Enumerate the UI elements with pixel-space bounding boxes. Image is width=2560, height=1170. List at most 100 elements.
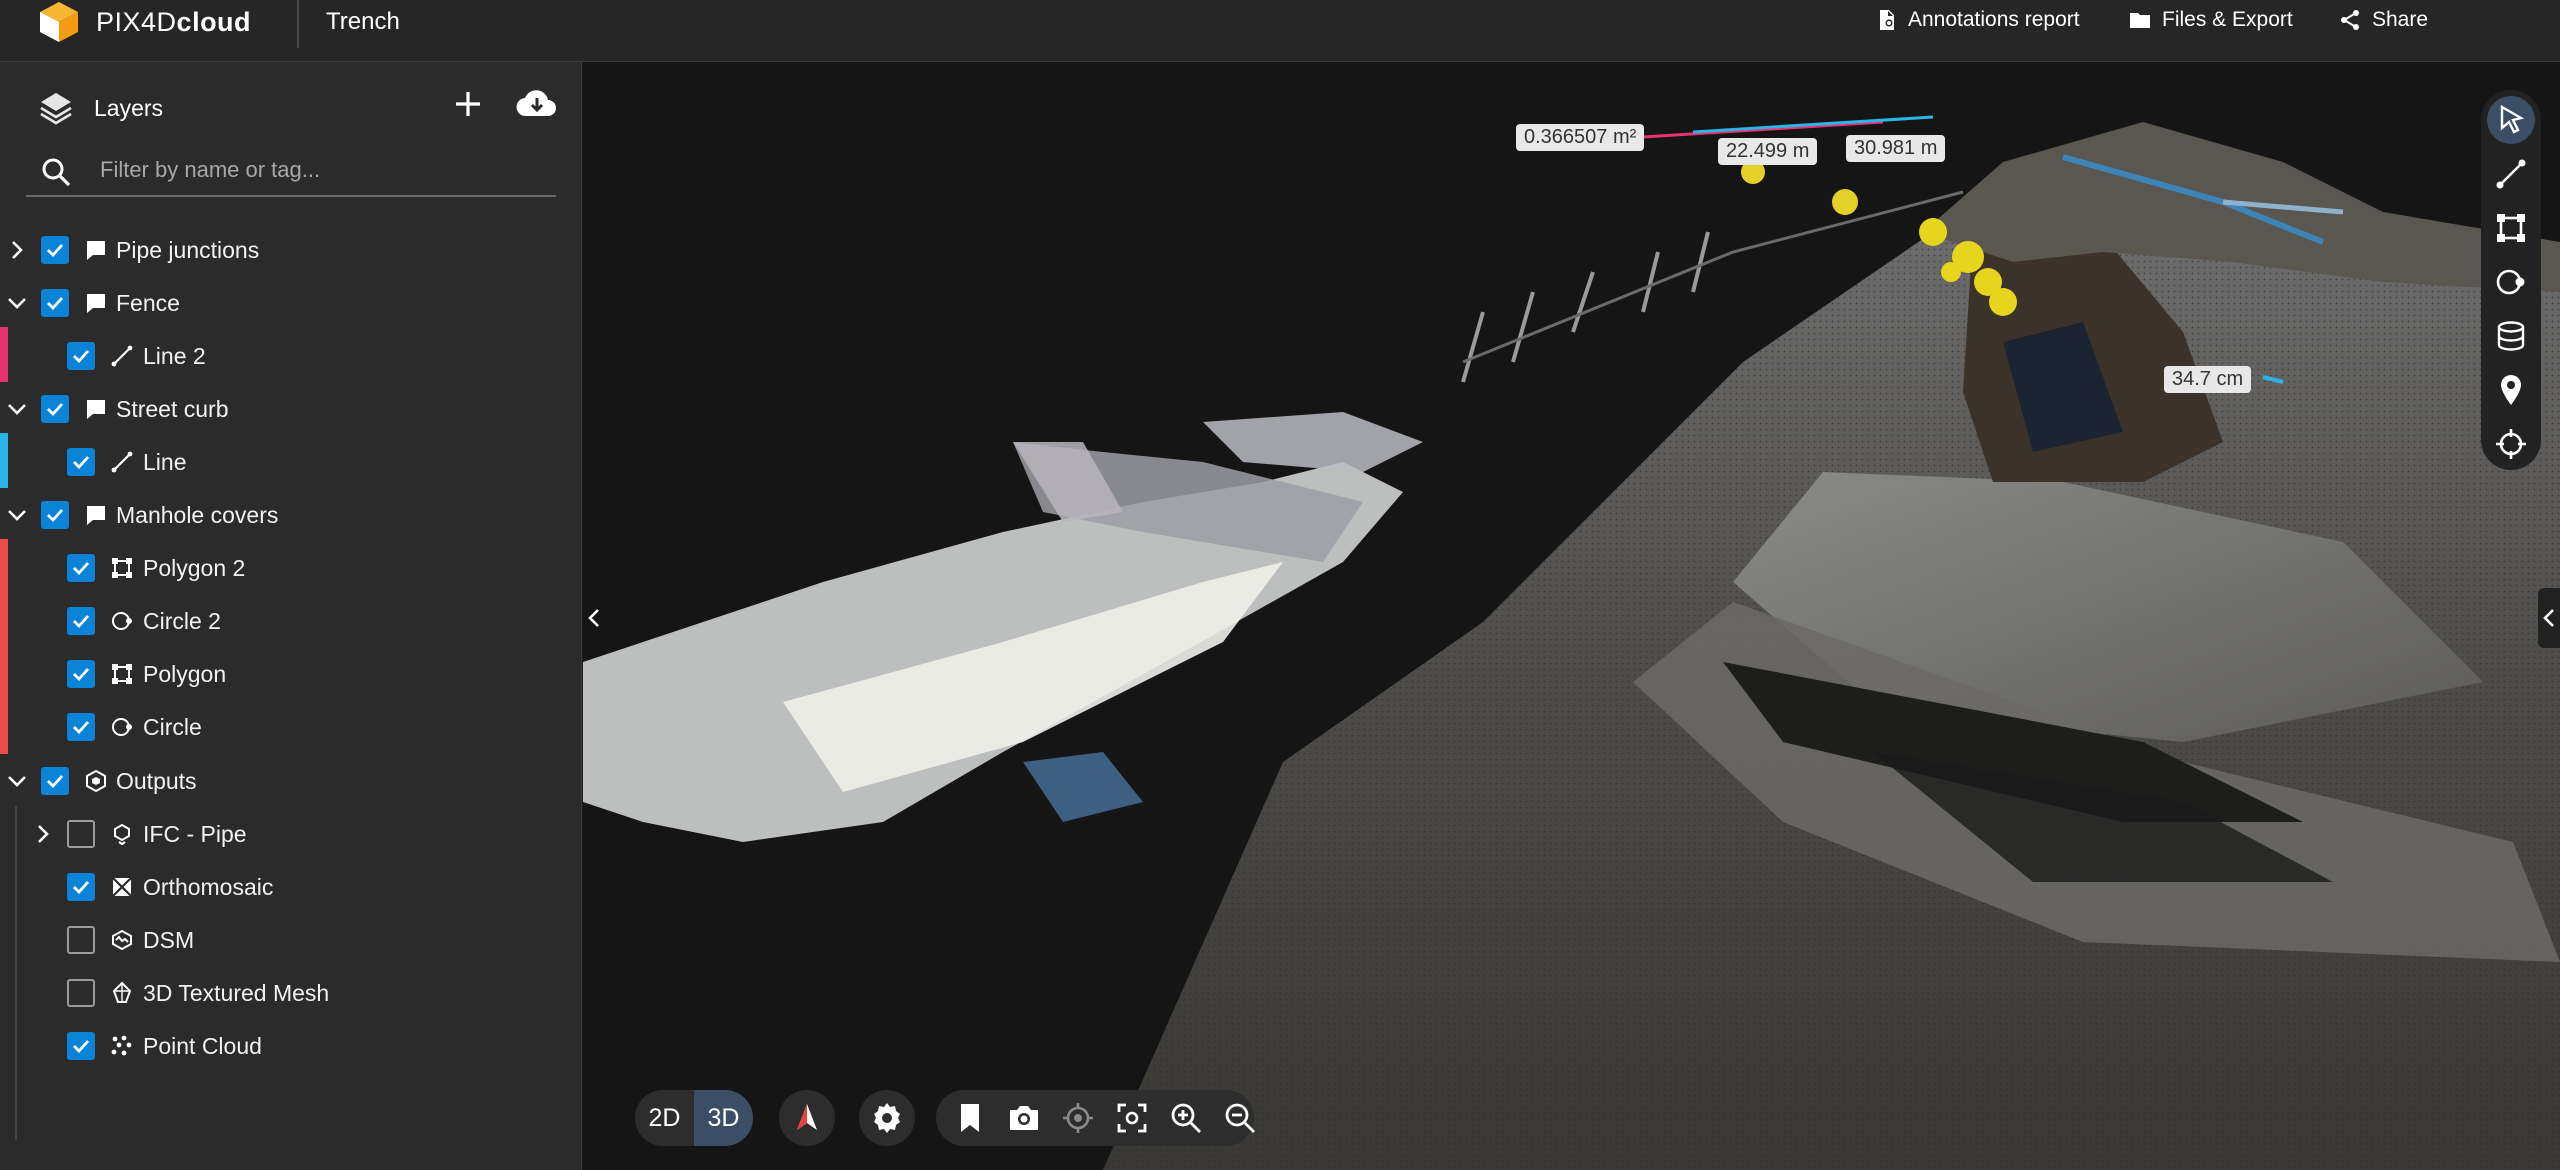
layer-dsm[interactable]: DSM bbox=[0, 915, 580, 965]
layer-fence[interactable]: Fence bbox=[0, 278, 580, 328]
annotation-group-icon bbox=[87, 400, 105, 419]
layer-search-input[interactable] bbox=[98, 152, 542, 188]
point-cloud-checkbox[interactable] bbox=[67, 1032, 95, 1060]
layer-circle[interactable]: Circle bbox=[0, 702, 580, 752]
cloud-download-icon[interactable] bbox=[514, 84, 560, 124]
volume-measure-button[interactable] bbox=[2487, 312, 2535, 360]
marker-tool-button[interactable] bbox=[2487, 366, 2535, 414]
collapse-sidebar-toggle[interactable] bbox=[583, 588, 605, 648]
annotation-toolbar bbox=[2481, 90, 2541, 470]
length-measurement-label-2[interactable]: 30.981 m bbox=[1846, 135, 1946, 162]
zoom-in-icon bbox=[1171, 1103, 1201, 1133]
header-divider bbox=[297, 0, 299, 48]
layer-polygon-2[interactable]: Polygon 2 bbox=[0, 543, 580, 593]
settings-button[interactable] bbox=[859, 1090, 915, 1146]
ifc-pipe-checkbox[interactable] bbox=[67, 820, 95, 848]
dsm-checkbox[interactable] bbox=[67, 926, 95, 954]
bookmark-button[interactable] bbox=[948, 1096, 992, 1140]
layer-pipe-junctions[interactable]: Pipe junctions bbox=[0, 225, 580, 275]
layer-label: Pipe junctions bbox=[116, 236, 260, 263]
layer-outputs[interactable]: Outputs bbox=[0, 756, 580, 806]
chevron-down-icon[interactable] bbox=[6, 292, 28, 314]
layer-label: 3D Textured Mesh bbox=[143, 979, 330, 1006]
add-layer-icon[interactable] bbox=[448, 84, 488, 124]
area-measurement-label[interactable]: 0.366507 m² bbox=[1516, 124, 1645, 151]
layer-street-curb[interactable]: Street curb bbox=[0, 384, 580, 434]
chevron-right-icon[interactable] bbox=[32, 823, 54, 845]
chevron-down-icon[interactable] bbox=[6, 398, 28, 420]
layer-3d-textured-mesh[interactable]: 3D Textured Mesh bbox=[0, 968, 580, 1018]
map-pin-icon bbox=[2501, 375, 2521, 405]
layer-label: Polygon bbox=[143, 660, 227, 687]
3d-viewport[interactable]: 0.366507 m² 22.499 m 30.981 m 34.7 cm 2D… bbox=[583, 62, 2560, 1170]
manhole-covers-checkbox[interactable] bbox=[41, 501, 69, 529]
layer-label: Point Cloud bbox=[143, 1032, 262, 1059]
fit-view-icon bbox=[1117, 1103, 1147, 1133]
view-mode-toggle: 2D 3D bbox=[635, 1090, 753, 1146]
gear-icon bbox=[874, 1103, 900, 1133]
point-cloud-scene[interactable] bbox=[583, 62, 2560, 1170]
circle-2-checkbox[interactable] bbox=[67, 607, 95, 635]
view-2d-button[interactable]: 2D bbox=[635, 1090, 694, 1146]
line-measure-button[interactable] bbox=[2487, 150, 2535, 198]
orthomosaic-checkbox[interactable] bbox=[67, 873, 95, 901]
annotations-report-label: Annotations report bbox=[1908, 8, 2080, 31]
fence-checkbox[interactable] bbox=[41, 289, 69, 317]
pix4d-logo[interactable]: PIX4Dcloud bbox=[38, 0, 251, 44]
line-checkbox[interactable] bbox=[67, 448, 95, 476]
pipe-junctions-checkbox[interactable] bbox=[41, 236, 69, 264]
layer-ifc-pipe[interactable]: IFC - Pipe bbox=[0, 809, 580, 859]
layer-orthomosaic[interactable]: Orthomosaic bbox=[0, 862, 580, 912]
polygon-checkbox[interactable] bbox=[67, 660, 95, 688]
files-export-button[interactable]: Files & Export bbox=[2128, 8, 2293, 32]
chevron-down-icon[interactable] bbox=[6, 504, 28, 526]
expand-right-panel-toggle[interactable] bbox=[2538, 588, 2560, 648]
compass-button[interactable] bbox=[779, 1090, 835, 1146]
layer-circle-2[interactable]: Circle 2 bbox=[0, 596, 580, 646]
layers-title: Layers bbox=[94, 94, 164, 121]
point-tool-button[interactable] bbox=[2487, 420, 2535, 468]
layer-polygon[interactable]: Polygon bbox=[0, 649, 580, 699]
layer-label: Line 2 bbox=[143, 342, 206, 369]
layer-point-cloud[interactable]: Point Cloud bbox=[0, 1021, 580, 1071]
zoom-extent-button[interactable] bbox=[1110, 1096, 1154, 1140]
search-icon bbox=[42, 158, 71, 187]
street-curb-checkbox[interactable] bbox=[41, 395, 69, 423]
report-icon bbox=[1880, 10, 1894, 30]
bookmark-icon bbox=[961, 1104, 979, 1132]
circle-checkbox[interactable] bbox=[67, 713, 95, 741]
layer-manhole-covers[interactable]: Manhole covers bbox=[0, 490, 580, 540]
circle-tool-icon bbox=[2496, 269, 2525, 295]
layer-label: Fence bbox=[116, 289, 180, 316]
outputs-checkbox[interactable] bbox=[41, 767, 69, 795]
layer-label: Orthomosaic bbox=[143, 873, 274, 900]
view-3d-button[interactable]: 3D bbox=[694, 1090, 753, 1146]
zoom-out-button[interactable] bbox=[1218, 1096, 1262, 1140]
check-icon bbox=[73, 350, 90, 364]
screenshot-button[interactable] bbox=[1002, 1096, 1046, 1140]
polygon-2-checkbox[interactable] bbox=[67, 554, 95, 582]
circle-measure-button[interactable] bbox=[2487, 258, 2535, 306]
orthomosaic-icon bbox=[112, 877, 132, 897]
zoom-in-button[interactable] bbox=[1164, 1096, 1208, 1140]
circle-tool-icon bbox=[112, 612, 132, 630]
select-tool-button[interactable] bbox=[2487, 96, 2535, 144]
chevron-right-icon[interactable] bbox=[6, 239, 28, 261]
check-icon bbox=[73, 721, 90, 735]
length-measurement-label-1[interactable]: 22.499 m bbox=[1718, 138, 1818, 165]
chevron-left-icon bbox=[2543, 609, 2554, 627]
share-button[interactable]: Share bbox=[2338, 8, 2428, 32]
chevron-down-icon[interactable] bbox=[6, 770, 28, 792]
check-icon bbox=[73, 456, 90, 470]
polygon-measure-button[interactable] bbox=[2487, 204, 2535, 252]
locate-button[interactable] bbox=[1056, 1096, 1100, 1140]
height-measurement-label[interactable]: 34.7 cm bbox=[2164, 366, 2252, 393]
files-export-label: Files & Export bbox=[2162, 8, 2293, 31]
share-icon bbox=[2341, 10, 2359, 30]
line-2-checkbox[interactable] bbox=[67, 342, 95, 370]
mesh-icon bbox=[112, 981, 132, 1003]
layer-line[interactable]: Line bbox=[0, 437, 580, 487]
3d-textured-mesh-checkbox[interactable] bbox=[67, 979, 95, 1007]
layer-line-2[interactable]: Line 2 bbox=[0, 331, 580, 381]
annotations-report-button[interactable]: Annotations report bbox=[1874, 8, 2080, 32]
